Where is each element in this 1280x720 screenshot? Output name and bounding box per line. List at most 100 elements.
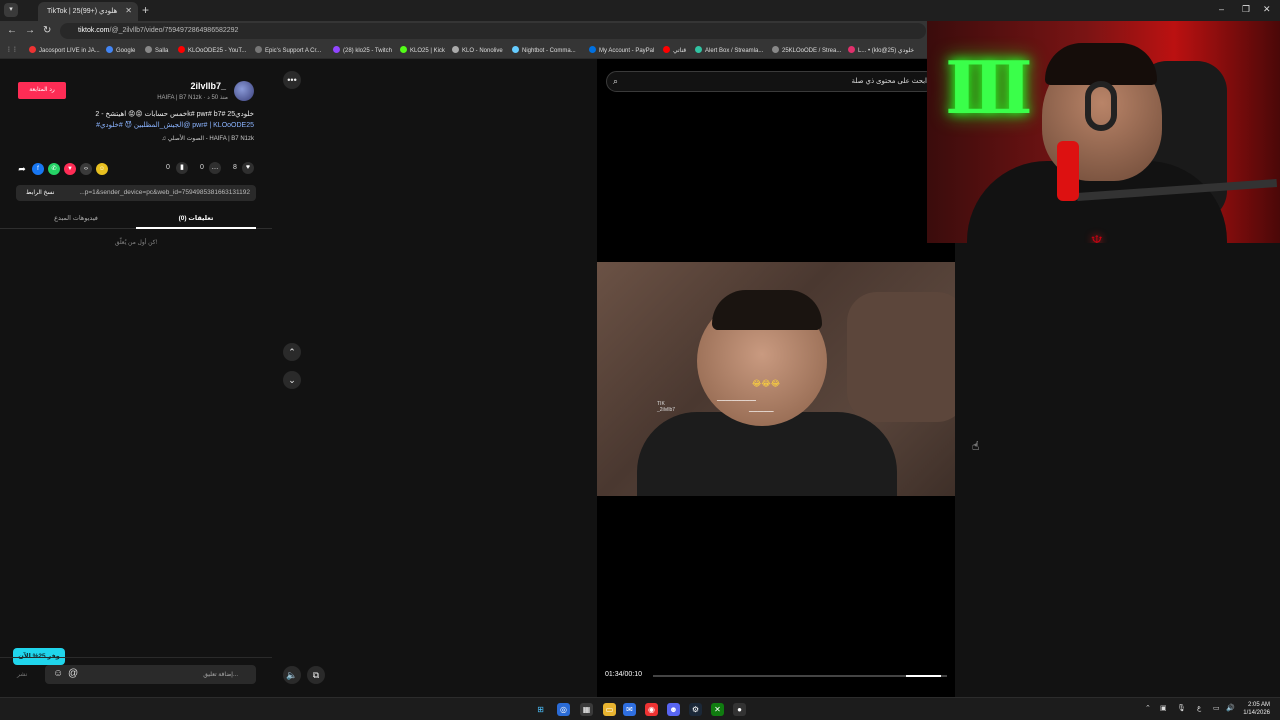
coin-icon[interactable]: ☺ — [96, 163, 108, 175]
minimize-icon[interactable]: – — [1219, 4, 1224, 14]
user-subline: HAIFA | B7 N1zk · منذ 50 د — [157, 95, 228, 101]
bookmark-favicon — [695, 46, 702, 53]
volume-icon[interactable]: 🔈 — [283, 666, 301, 684]
bookmark-favicon — [400, 46, 407, 53]
widgets-icon[interactable]: ▦ — [580, 703, 593, 716]
embed-icon[interactable]: ‹› — [80, 163, 92, 175]
bookmark-item[interactable]: L... • (klo@25) خلودي — [848, 46, 914, 54]
video-person-hair — [712, 290, 822, 330]
comment-icon[interactable]: … — [209, 162, 221, 174]
discord-icon[interactable]: ☻ — [667, 703, 680, 716]
chevron-down-icon[interactable]: ⌄ — [283, 371, 301, 389]
bookmark-favicon — [589, 46, 596, 53]
tab-creator-videos[interactable]: فيديوهات المبدع — [16, 214, 136, 222]
address-host: tiktok.com — [78, 27, 110, 34]
system-clock[interactable]: 2:05 AM 1/14/2026 — [1243, 701, 1270, 717]
share-icon[interactable]: ➦ — [16, 163, 28, 175]
video-caption-line: ــــــــــــ — [749, 407, 775, 414]
pip-icon[interactable]: ⧉ — [307, 666, 325, 684]
share-link-text[interactable]: ...p=1&sender_device=pc&web_id=759498538… — [79, 189, 250, 196]
monster-logo-icon: Ⅲ — [945, 45, 1033, 130]
close-tab-icon[interactable]: ✕ — [125, 6, 132, 15]
tab-search-button[interactable]: ▾ — [4, 3, 18, 17]
heart-icon[interactable]: ♥ — [242, 162, 254, 174]
empty-comments-message: كن أول من يُعلّق! — [114, 240, 158, 246]
forward-icon[interactable]: → — [25, 25, 35, 36]
reload-icon[interactable]: ↻ — [43, 25, 51, 36]
mention-icon[interactable]: @ — [68, 668, 78, 679]
bookmark-favicon — [333, 46, 340, 53]
tray-chevron-icon[interactable]: ⌃ — [1145, 704, 1151, 712]
bookmark-item[interactable]: Salla — [145, 46, 168, 54]
tray-app-icon[interactable]: ▣ — [1160, 704, 1167, 712]
address-path: /@_2ilvllb7/video/7594972864986582292 — [109, 27, 239, 34]
bookmark-icon[interactable]: ▮ — [176, 162, 188, 174]
address-bar[interactable]: tiktok.com/@_2ilvllb7/video/759497286498… — [60, 23, 926, 39]
sound-link[interactable]: ♫ الصوت الأصلي - HAIFA | B7 N1zk — [162, 135, 254, 142]
video-description: خمس حسابات 😡😡 اهيتشخ - 2k# pwr# b7# خلود… — [95, 111, 254, 118]
video-progress-bar[interactable] — [653, 675, 947, 677]
bookmark-favicon — [255, 46, 262, 53]
bookmark-item[interactable]: My Account - PayPal — [589, 46, 654, 54]
bookmark-item[interactable]: KLO25 | Kick — [400, 46, 445, 54]
bookmark-item[interactable]: Epic's Support A Cr... — [255, 46, 321, 54]
search-input[interactable]: ⌕ ابحث على محتوى ذي صلة — [606, 71, 936, 92]
volume-tray-icon[interactable]: 🔊 — [1226, 704, 1235, 712]
obs-icon[interactable]: ● — [733, 703, 746, 716]
more-options-icon[interactable]: ••• — [283, 71, 301, 89]
steam-icon[interactable]: ⚙ — [689, 703, 702, 716]
comment-input[interactable]: ☺ @ إضافة تعليق... — [45, 665, 256, 684]
bookmark-item[interactable]: KLOoODE25 - YouT... — [178, 46, 246, 54]
facebook-icon[interactable]: f — [32, 163, 44, 175]
tab-comments[interactable]: تعليقات (0) — [136, 214, 256, 229]
browser-tab-strip: ▾ TikTok | 25هلودي (+99) ✕ + – ❐ ✕ — [0, 0, 1280, 21]
copy-link-button[interactable]: نسخ الرابط — [20, 185, 60, 201]
panel-tabs: فيديوهات المبدع تعليقات (0) — [0, 209, 272, 229]
close-window-icon[interactable]: ✕ — [1263, 4, 1271, 15]
file-explorer-icon[interactable]: ▭ — [603, 703, 616, 716]
avatar[interactable] — [234, 81, 254, 101]
bookmark-favicon — [106, 46, 113, 53]
new-tab-button[interactable]: + — [142, 3, 149, 17]
tiktok-share-icon[interactable]: ▼ — [64, 163, 76, 175]
maximize-icon[interactable]: ❐ — [1242, 4, 1250, 15]
bookmark-item[interactable]: Jacosport LIVE in JA... — [29, 46, 100, 54]
action-row: ➦ f ✆ ▼ ‹› ☺ 0 ▮ 0 … 8 ♥ — [14, 161, 258, 177]
bookmark-item[interactable]: Google — [106, 46, 135, 54]
xbox-icon[interactable]: ✕ — [711, 703, 724, 716]
post-details-panel: رد المتابعة 2ilvllb7_ HAIFA | B7 N1zk · … — [0, 59, 272, 697]
copilot-icon[interactable]: ◎ — [557, 703, 570, 716]
streamer-emblem-icon: ♆ — [1087, 226, 1107, 243]
bookmark-item[interactable]: قناتي — [663, 46, 686, 54]
chevron-up-icon[interactable]: ⌃ — [283, 343, 301, 361]
bookmark-favicon — [772, 46, 779, 53]
mail-icon[interactable]: ✉ — [623, 703, 636, 716]
webcam-overlay: Ⅲ ♆ — [927, 21, 1280, 243]
emoji-icon[interactable]: ☺ — [53, 668, 63, 679]
search-icon[interactable]: ⌕ — [613, 76, 618, 87]
webcam-person-hair — [1045, 43, 1157, 85]
whatsapp-icon[interactable]: ✆ — [48, 163, 60, 175]
back-icon[interactable]: ← — [7, 25, 17, 36]
post-comment-button[interactable]: نشر — [17, 671, 27, 678]
video-hashtags[interactable]: #الجيش_المظلبين 😈 #خلودي@ pwr# | KLOoODE… — [96, 121, 254, 129]
username[interactable]: 2ilvllb7_ — [190, 81, 226, 91]
video-caption-line: ـــــــــــــــــــ — [717, 396, 757, 403]
bookmark-item[interactable]: KLO - Nonolive — [452, 46, 503, 54]
apps-icon[interactable]: ⋮⋮ — [6, 46, 18, 53]
network-icon[interactable]: ▭ — [1213, 704, 1220, 712]
comments-count: 0 — [200, 164, 204, 171]
bookmark-item[interactable]: Nightbot - Comma... — [512, 46, 576, 54]
mic-tray-icon[interactable]: 🎙 — [1177, 704, 1186, 712]
bookmark-item[interactable]: Alert Box / Streamla... — [695, 46, 763, 54]
chrome-icon[interactable]: ◉ — [645, 703, 658, 716]
video-cushion — [847, 292, 955, 422]
active-tab[interactable]: TikTok | 25هلودي (+99) ✕ — [38, 2, 138, 21]
follow-back-button[interactable]: رد المتابعة — [18, 82, 66, 99]
share-link-box: نسخ الرابط ...p=1&sender_device=pc&web_i… — [16, 185, 256, 201]
language-indicator[interactable]: ع — [1197, 704, 1201, 712]
bookmark-item[interactable]: (28) klo25 - Twitch — [333, 46, 392, 54]
start-icon[interactable]: ⊞ — [534, 703, 547, 716]
bookmark-item[interactable]: 25KLOoODE / Strea... — [772, 46, 841, 54]
video-frame[interactable]: 😂😂😂 ـــــــــــــــــــ ــــــــــــ TIK… — [597, 262, 955, 496]
